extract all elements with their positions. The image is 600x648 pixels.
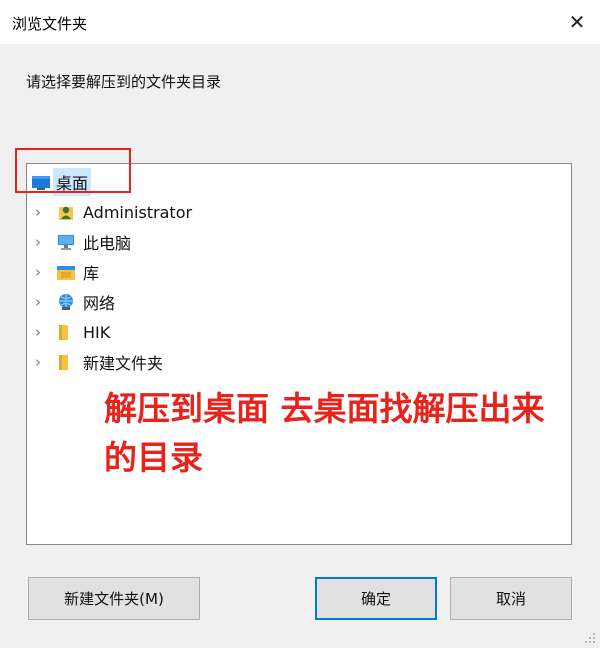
expand-arrow-icon[interactable]: › bbox=[33, 288, 43, 316]
close-icon: ✕ bbox=[568, 10, 586, 34]
tree-label-new-folder: 新建文件夹 bbox=[83, 354, 164, 373]
user-folder-icon bbox=[59, 206, 73, 220]
folder-tree[interactable]: 桌面 › Administrator › 此电脑 › 库 › 网络 › HIK … bbox=[26, 163, 572, 545]
annotation-text: 解压到桌面 去桌面找解压出来的目录 bbox=[104, 389, 545, 477]
tree-item-new-folder[interactable]: › 新建文件夹 bbox=[27, 348, 571, 376]
cancel-button[interactable]: 取消 bbox=[450, 577, 572, 620]
tree-item-library[interactable]: › 库 bbox=[27, 258, 571, 286]
tree-label-administrator: Administrator bbox=[83, 202, 193, 222]
window-title: 浏览文件夹 bbox=[12, 15, 88, 33]
resize-grip-icon[interactable] bbox=[584, 632, 596, 644]
highlight-box bbox=[15, 148, 131, 193]
expand-arrow-icon[interactable]: › bbox=[33, 348, 43, 376]
expand-arrow-icon[interactable]: › bbox=[33, 228, 43, 256]
library-icon bbox=[57, 266, 75, 280]
expand-arrow-icon[interactable]: › bbox=[33, 318, 43, 346]
close-button[interactable]: ✕ bbox=[554, 0, 600, 44]
expand-arrow-icon[interactable]: › bbox=[33, 198, 43, 226]
tree-label-library: 库 bbox=[83, 264, 100, 283]
ok-button[interactable]: 确定 bbox=[315, 577, 437, 620]
dialog-prompt: 请选择要解压到的文件夹目录 bbox=[26, 73, 222, 91]
folder-icon bbox=[59, 355, 68, 370]
expand-arrow-icon[interactable]: › bbox=[33, 258, 43, 286]
title-bar: 浏览文件夹 ✕ bbox=[0, 0, 600, 44]
tree-item-this-pc[interactable]: › 此电脑 bbox=[27, 228, 571, 256]
tree-label-hik: HIK bbox=[83, 322, 111, 342]
folder-icon bbox=[59, 325, 68, 340]
tree-label-this-pc: 此电脑 bbox=[83, 234, 132, 253]
tree-item-hik[interactable]: › HIK bbox=[27, 318, 571, 346]
tree-label-network: 网络 bbox=[83, 294, 116, 313]
tree-item-administrator[interactable]: › Administrator bbox=[27, 198, 571, 226]
network-icon bbox=[59, 294, 73, 310]
browse-folder-dialog: 浏览文件夹 ✕ 请选择要解压到的文件夹目录 桌面 › Administrator bbox=[0, 0, 600, 648]
computer-icon bbox=[58, 235, 74, 250]
new-folder-button[interactable]: 新建文件夹(M) bbox=[28, 577, 200, 620]
tree-item-network[interactable]: › 网络 bbox=[27, 288, 571, 316]
